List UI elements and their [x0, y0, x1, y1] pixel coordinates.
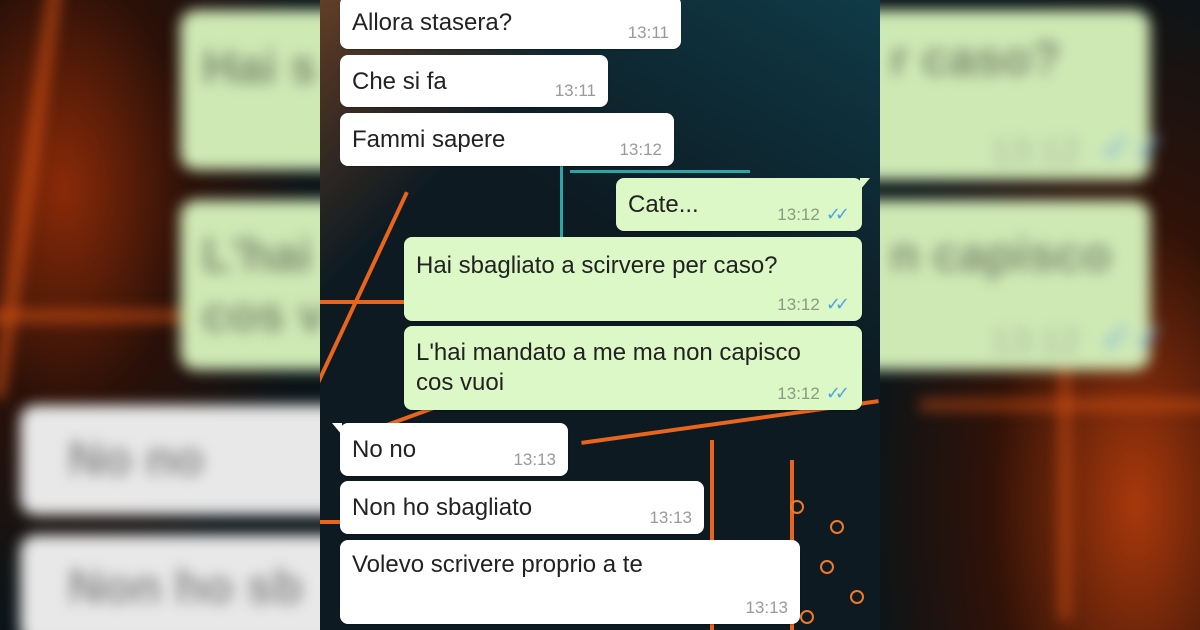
circuit-node [850, 590, 864, 604]
message-bubble-incoming[interactable]: Che si fa 13:11 [340, 55, 608, 107]
double-check-icon: ✓✓ [825, 204, 850, 224]
message-bubble-outgoing[interactable]: Cate... 13:12 ✓✓ [616, 178, 870, 231]
double-check-icon: ✓✓ [1100, 126, 1168, 170]
message-time: 13:12 [619, 140, 662, 159]
circuit-node [790, 500, 804, 514]
double-check-icon: ✓✓ [1100, 316, 1168, 360]
circuit-line [570, 170, 750, 173]
message-text: Allora stasera? [352, 9, 513, 36]
circuit-line [320, 191, 409, 429]
message-bubble-incoming[interactable]: Non ho sbagliato 13:13 [340, 481, 704, 534]
message-time: 13:13 [649, 508, 692, 527]
circuit-node [800, 610, 814, 624]
double-check-icon: ✓✓ [825, 383, 850, 403]
message-text: Fammi sapere [352, 126, 506, 153]
message-bubble-incoming[interactable]: Allora stasera? 13:11 [340, 0, 681, 49]
message-text: Hai sbagliato a scirvere per caso? [416, 252, 778, 279]
message-bubble-outgoing[interactable]: Hai sbagliato a scirvere per caso? 13:12… [404, 237, 862, 321]
message-time: 13:11 [627, 23, 669, 42]
message-time: 13:12 [777, 294, 820, 314]
blurred-background-right: r caso? 13:12 ✓✓ n capisco 13:12 ✓✓ [880, 0, 1200, 630]
blurred-background-left: Hai s L'hai cos v No no Non ho sb [0, 0, 320, 630]
message-bubble-outgoing[interactable]: L'hai mandato a me ma non capisco cos vu… [404, 326, 862, 410]
message-time: 13:12 [777, 383, 820, 403]
message-text: Volevo scrivere proprio a te [352, 551, 643, 578]
message-text: Non ho sbagliato [352, 494, 533, 521]
blurred-time: 13:12 [990, 320, 1081, 361]
blurred-text: No no [68, 433, 204, 486]
chat-conversation: Allora stasera? 13:11 Che si fa 13:11 Fa… [320, 0, 880, 630]
blurred-text: n capisco [890, 229, 1112, 282]
blurred-text: Hai s [202, 41, 317, 94]
message-time: 13:11 [554, 81, 596, 100]
blurred-time: 13:12 [990, 130, 1081, 171]
message-time: 13:12 [777, 204, 820, 224]
message-bubble-incoming[interactable]: Volevo scrivere proprio a te 13:13 [340, 540, 800, 624]
message-time: 13:13 [513, 450, 556, 469]
bubble-tail [860, 178, 870, 190]
message-text: L'hai mandato a me ma non capisco cos vu… [416, 339, 801, 396]
blurred-text: r caso? [890, 33, 1061, 86]
message-time: 13:13 [745, 598, 788, 617]
circuit-node [830, 520, 844, 534]
double-check-icon: ✓✓ [825, 294, 850, 314]
blurred-text: L'hai [202, 229, 313, 282]
blurred-text: Non ho sb [68, 561, 303, 614]
circuit-node [820, 560, 834, 574]
blurred-text: cos v [202, 289, 320, 342]
message-bubble-incoming[interactable]: No no 13:13 [332, 423, 568, 476]
bubble-tail [332, 423, 342, 435]
message-bubble-incoming[interactable]: Fammi sapere 13:12 [340, 113, 674, 166]
